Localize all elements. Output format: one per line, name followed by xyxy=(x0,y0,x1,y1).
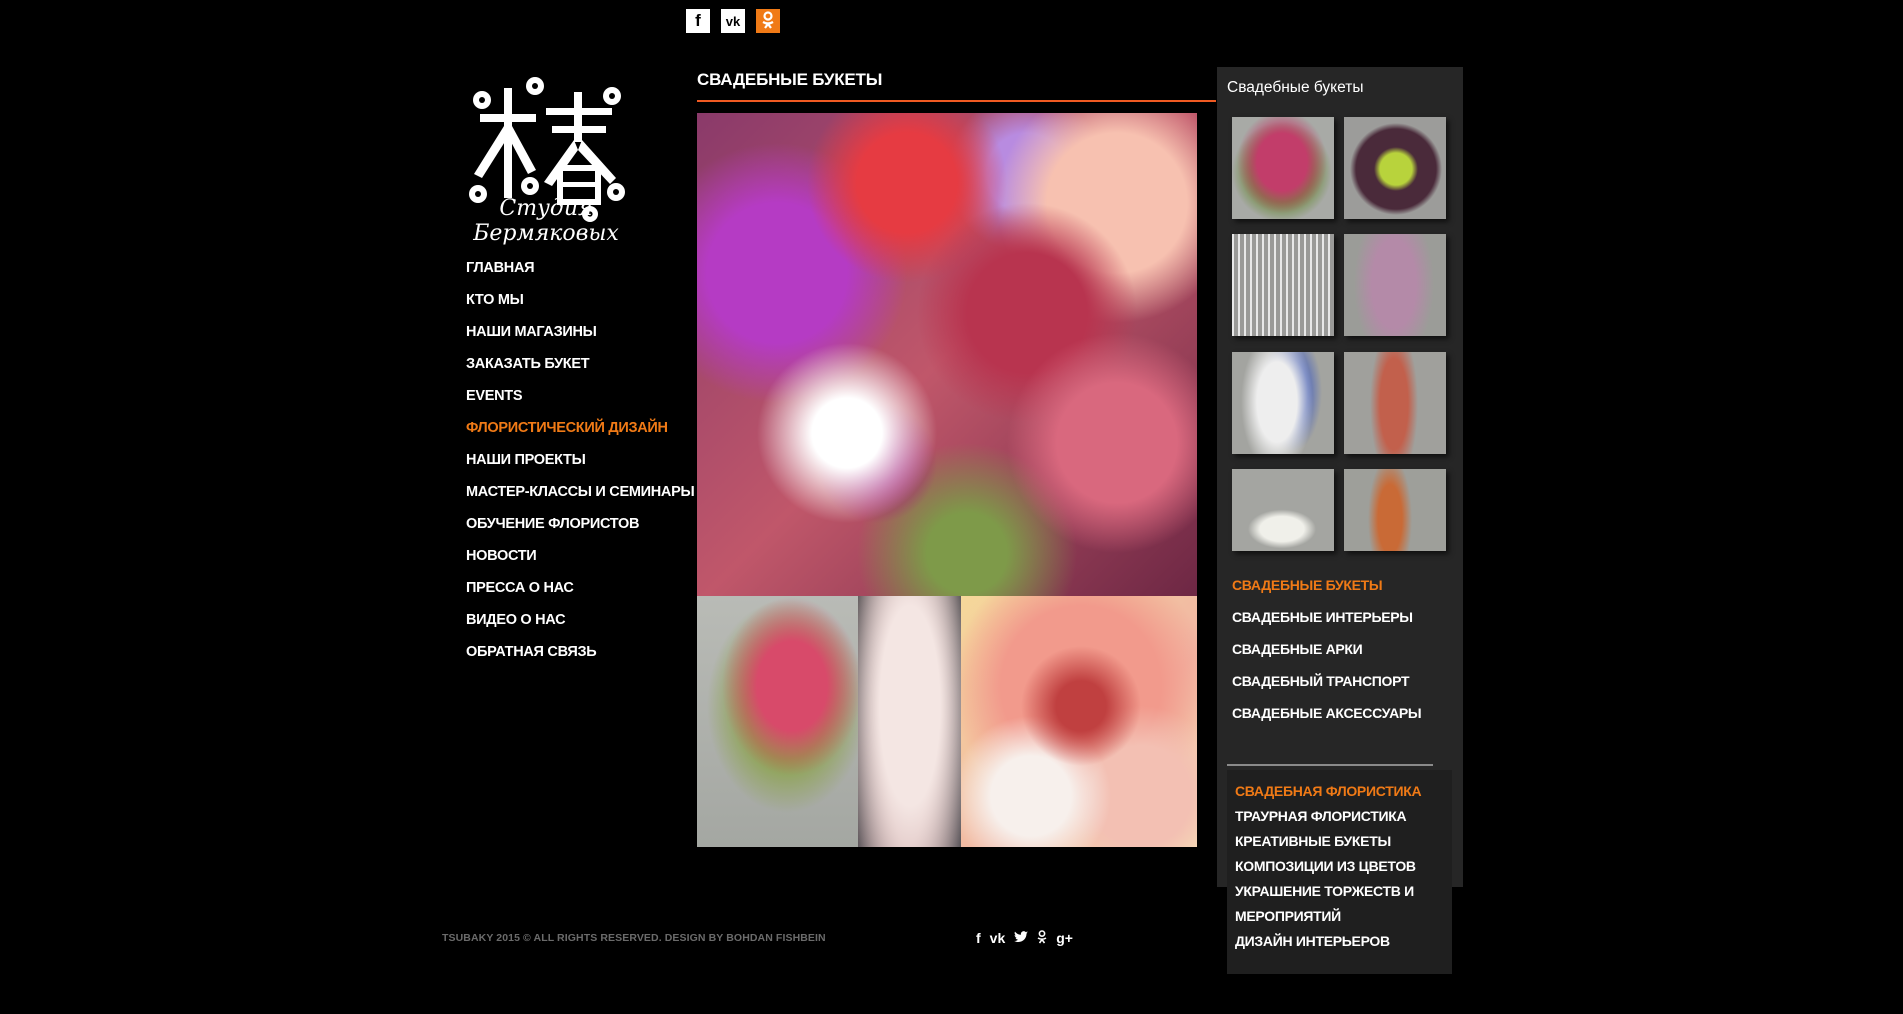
gallery-thumb[interactable] xyxy=(1344,117,1446,219)
floristry-item-celebrations[interactable]: УКРАШЕНИЕ ТОРЖЕСТВ И МЕРОПРИЯТИЙ xyxy=(1235,879,1435,929)
nav-item-masterclasses[interactable]: МАСТЕР-КЛАССЫ И СЕМИНАРЫ xyxy=(466,482,706,514)
floristry-item-funeral[interactable]: ТРАУРНАЯ ФЛОРИСТИКА xyxy=(1235,804,1435,829)
nav-item-about[interactable]: КТО МЫ xyxy=(466,290,706,322)
nav-item-feedback[interactable]: ОБРАТНАЯ СВЯЗЬ xyxy=(466,642,706,674)
floristry-item-compositions[interactable]: КОМПОЗИЦИИ ИЗ ЦВЕТОВ xyxy=(1235,854,1435,879)
nav-item-video[interactable]: ВИДЕО О НАС xyxy=(466,610,706,642)
top-social-bar: f vk xyxy=(686,9,780,33)
nav-item-home[interactable]: ГЛАВНАЯ xyxy=(466,258,706,290)
floristry-item-wedding[interactable]: СВАДЕБНАЯ ФЛОРИСТИКА xyxy=(1235,779,1435,804)
main-bouquet-photo xyxy=(697,113,1197,596)
collage-image[interactable] xyxy=(697,113,1197,847)
page-title: СВАДЕБНЫЕ БУКЕТЫ xyxy=(697,70,883,89)
nav-item-news[interactable]: НОВОСТИ xyxy=(466,546,706,578)
facebook-icon[interactable]: f xyxy=(686,9,710,33)
facebook-icon[interactable]: f xyxy=(976,930,981,947)
category-item-arches[interactable]: СВАДЕБНЫЕ АРКИ xyxy=(1232,639,1452,671)
gallery-title: Свадебные букеты xyxy=(1227,79,1364,96)
gallery-thumb[interactable] xyxy=(1232,469,1334,551)
nav-item-shops[interactable]: НАШИ МАГАЗИНЫ xyxy=(466,322,706,354)
category-item-accessories[interactable]: СВАДЕБНЫЕ АКСЕССУАРЫ xyxy=(1232,703,1452,735)
gallery-thumb[interactable] xyxy=(1344,234,1446,336)
main-nav: ГЛАВНАЯ КТО МЫ НАШИ МАГАЗИНЫ ЗАКАЗАТЬ БУ… xyxy=(466,258,706,674)
footer-social-bar: f vk g+ xyxy=(976,930,1073,947)
nav-item-training[interactable]: ОБУЧЕНИЕ ФЛОРИСТОВ xyxy=(466,514,706,546)
cascade-bouquet-photo xyxy=(858,596,961,847)
gallery-thumb[interactable] xyxy=(1232,352,1334,454)
odnoklassniki-icon[interactable] xyxy=(756,9,780,33)
bouquet-stand-photo xyxy=(697,596,858,847)
twitter-icon[interactable] xyxy=(1014,930,1029,947)
panel-divider xyxy=(1227,764,1433,766)
category-item-bouquets[interactable]: СВАДЕБНЫЕ БУКЕТЫ xyxy=(1232,575,1452,607)
gallery-thumb[interactable] xyxy=(1232,234,1334,336)
nav-item-floral-design[interactable]: ФЛОРИСТИЧЕСКИЙ ДИЗАЙН xyxy=(466,418,706,450)
logo-caption: Студия Бермяковых xyxy=(473,196,619,246)
vkontakte-icon[interactable]: vk xyxy=(990,930,1006,947)
gallery-thumb[interactable] xyxy=(1232,117,1334,219)
category-item-interiors[interactable]: СВАДЕБНЫЕ ИНТЕРЬЕРЫ xyxy=(1232,607,1452,639)
vkontakte-icon[interactable]: vk xyxy=(721,9,745,33)
gallery-thumb[interactable] xyxy=(1344,469,1446,551)
floristry-item-creative[interactable]: КРЕАТИВНЫЕ БУКЕТЫ xyxy=(1235,829,1435,854)
nav-item-press[interactable]: ПРЕССА О НАС xyxy=(466,578,706,610)
nav-item-events[interactable]: EVENTS xyxy=(466,386,706,418)
title-divider xyxy=(697,100,1216,102)
nav-item-projects[interactable]: НАШИ ПРОЕКТЫ xyxy=(466,450,706,482)
gallery-thumb[interactable] xyxy=(1344,352,1446,454)
sweet-pea-photo xyxy=(961,596,1197,847)
copyright-text: TSUBAKY 2015 © ALL RIGHTS RESERVED. DESI… xyxy=(442,932,826,944)
category-item-transport[interactable]: СВАДЕБНЫЙ ТРАНСПОРТ xyxy=(1232,671,1452,703)
nav-item-order[interactable]: ЗАКАЗАТЬ БУКЕТ xyxy=(466,354,706,386)
floristry-item-interior-design[interactable]: ДИЗАЙН ИНТЕРЬЕРОВ xyxy=(1235,929,1435,954)
odnoklassniki-icon[interactable] xyxy=(1037,930,1047,947)
category-nav: СВАДЕБНЫЕ БУКЕТЫ СВАДЕБНЫЕ ИНТЕРЬЕРЫ СВА… xyxy=(1232,575,1452,735)
floristry-nav: СВАДЕБНАЯ ФЛОРИСТИКА ТРАУРНАЯ ФЛОРИСТИКА… xyxy=(1235,779,1435,954)
google-plus-icon[interactable]: g+ xyxy=(1056,930,1073,947)
